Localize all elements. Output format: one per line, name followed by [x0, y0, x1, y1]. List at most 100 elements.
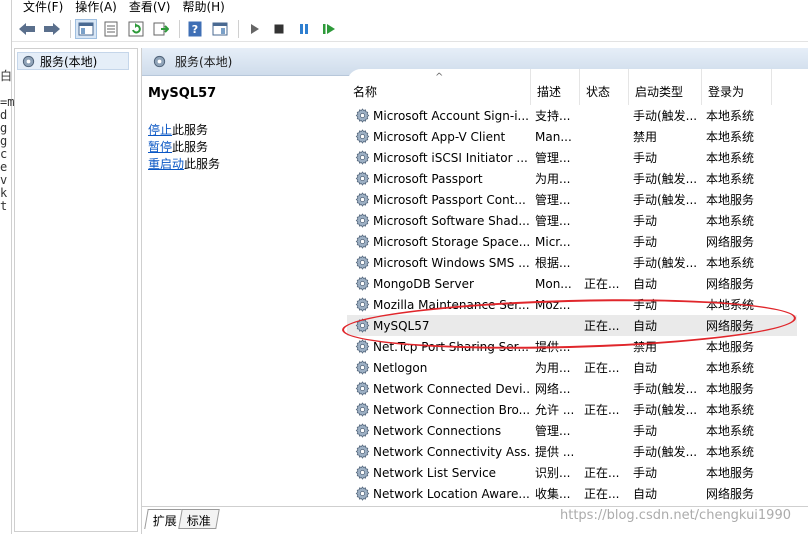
table-row[interactable]: Network Connectivity Ass... 提供 ... 手动(触发..…	[347, 441, 797, 462]
column-header-name[interactable]: ^ 名称	[347, 69, 531, 105]
service-description: Micr...	[535, 234, 571, 249]
table-row[interactable]: Microsoft Storage Space... Micr... 手动 网络服务	[347, 231, 797, 252]
table-row[interactable]: Mozilla Maintenance Ser... Moz... 手动 本地系统	[347, 294, 797, 315]
menu-help[interactable]: 帮助(H)	[177, 0, 229, 14]
service-description: 识别...	[535, 466, 571, 480]
export-icon	[153, 22, 169, 35]
service-description: Man...	[535, 129, 572, 144]
stop-service-button[interactable]	[268, 19, 290, 39]
service-log-on-as: 本地系统	[706, 151, 755, 165]
service-name: Microsoft iSCSI Initiator ...	[373, 150, 528, 165]
service-name-cell: Microsoft Storage Space...	[347, 234, 531, 249]
table-row[interactable]: Microsoft Passport 为用... 手动(触发... 本地系统	[347, 168, 797, 189]
menu-file[interactable]: 文件(F)	[18, 0, 68, 14]
back-button[interactable]	[16, 19, 38, 39]
show-console-tree-button[interactable]	[75, 18, 97, 39]
service-name-cell: Network Connections	[347, 423, 531, 438]
pause-service-link[interactable]: 暂停	[148, 140, 172, 154]
table-row[interactable]: Network Connected Devi... 网络... 手动(触发... 本地…	[347, 378, 797, 399]
forward-button[interactable]	[41, 19, 63, 39]
service-description: Mon...	[535, 276, 572, 291]
service-name: MongoDB Server	[373, 276, 474, 291]
table-row[interactable]: Network Connections 管理... 手动 本地系统	[347, 420, 797, 441]
table-row[interactable]: Microsoft Account Sign-i... 支持... 手动(触发...…	[347, 105, 797, 126]
service-description: 网络...	[535, 382, 571, 396]
tab-standard[interactable]: 标准	[178, 509, 220, 529]
service-status: 正在...	[584, 466, 620, 480]
restart-service-link[interactable]: 重启动	[148, 157, 184, 171]
pane-title: 服务(本地)	[175, 55, 233, 69]
services-pane: 服务(本地) MySQL57 停止此服务 暂停此服务 重启动此服务 ^ 名称 描…	[141, 48, 808, 534]
column-header-description[interactable]: 描述	[531, 69, 580, 105]
table-row[interactable]: Microsoft App-V Client Man... 禁用 本地系统	[347, 126, 797, 147]
table-row[interactable]: Network Connection Bro... 允许 ... 正在... 手动(触…	[347, 399, 797, 420]
toolbar-separator	[179, 19, 180, 38]
service-log-on-as: 本地系统	[706, 214, 755, 228]
column-header-startup-type[interactable]: 启动类型	[629, 69, 702, 105]
service-startup-type: 手动	[633, 424, 658, 438]
service-name-cell: Microsoft Windows SMS ...	[347, 255, 531, 270]
restart-service-button[interactable]	[318, 19, 340, 39]
service-log-on-as: 本地服务	[706, 382, 755, 396]
table-row[interactable]: MongoDB Server Mon... 正在... 自动 网络服务	[347, 273, 797, 294]
table-row[interactable]: MySQL57 正在... 自动 网络服务	[347, 315, 797, 336]
start-service-button[interactable]	[243, 19, 265, 39]
service-name: Net.Tcp Port Sharing Ser...	[373, 339, 529, 354]
service-description: 提供...	[535, 340, 571, 354]
service-log-on-as: 本地服务	[706, 193, 755, 207]
refresh-button[interactable]	[125, 19, 147, 39]
table-row[interactable]: Microsoft Software Shad... 管理... 手动 本地系统	[347, 210, 797, 231]
service-log-on-as: 本地系统	[706, 424, 755, 438]
table-row[interactable]: Net.Tcp Port Sharing Ser... 提供... 禁用 本地服务	[347, 336, 797, 357]
service-log-on-as: 本地系统	[706, 298, 755, 312]
service-startup-type: 手动(触发...	[633, 193, 698, 207]
service-name-cell: Mozilla Maintenance Ser...	[347, 297, 531, 312]
service-name: Microsoft Windows SMS ...	[373, 255, 530, 270]
show-action-pane-button[interactable]	[209, 19, 231, 39]
column-header-log-on-as[interactable]: 登录为	[702, 69, 772, 105]
service-status: 正在...	[584, 319, 620, 333]
service-name-cell: Network Connected Devi...	[347, 381, 531, 396]
service-log-on-as: 网络服务	[706, 235, 755, 249]
export-list-button[interactable]	[150, 19, 172, 39]
service-gear-icon	[355, 297, 370, 312]
service-startup-type: 禁用	[633, 340, 658, 354]
toolbar: ?	[12, 16, 808, 42]
service-log-on-as: 本地系统	[706, 172, 755, 186]
pause-service-line: 暂停此服务	[148, 140, 209, 154]
service-startup-type: 手动(触发...	[633, 109, 698, 123]
menu-bar: 文件(F) 操作(A) 查看(V) 帮助(H)	[12, 0, 808, 14]
table-row[interactable]: Netlogon 为用... 正在... 自动 本地系统	[347, 357, 797, 378]
service-name-cell: Network Location Aware...	[347, 486, 531, 501]
service-name-cell: Microsoft iSCSI Initiator ...	[347, 150, 531, 165]
table-row[interactable]: Microsoft Windows SMS ... 根据... 手动(触发... 本地…	[347, 252, 797, 273]
service-name: Microsoft Storage Space...	[373, 234, 531, 249]
toolbar-separator	[238, 19, 239, 38]
tree-item-services-local[interactable]: 服务(本地)	[17, 52, 129, 70]
service-gear-icon	[355, 423, 370, 438]
help-button[interactable]: ?	[184, 19, 206, 39]
table-row[interactable]: Network Location Aware... 收集... 正在... 自动 网络服…	[347, 483, 797, 504]
service-description: 允许 ...	[535, 403, 575, 417]
service-log-on-as: 本地系统	[706, 361, 755, 375]
service-name-cell: MongoDB Server	[347, 276, 531, 291]
service-gear-icon	[355, 402, 370, 417]
table-row[interactable]: Network List Service 识别... 正在... 手动 本地服务	[347, 462, 797, 483]
service-description: 为用...	[535, 172, 571, 186]
restart-service-line: 重启动此服务	[148, 157, 221, 171]
menu-view[interactable]: 查看(V)	[124, 0, 176, 14]
menu-action[interactable]: 操作(A)	[70, 0, 122, 14]
service-startup-type: 手动(触发...	[633, 256, 698, 270]
service-startup-type: 手动	[633, 298, 658, 312]
properties-button[interactable]	[100, 19, 122, 39]
stop-service-link[interactable]: 停止	[148, 123, 172, 137]
service-log-on-as: 本地系统	[706, 445, 755, 459]
service-startup-type: 手动(触发...	[633, 445, 698, 459]
console-tree: 服务(本地)	[14, 48, 138, 532]
column-header-status[interactable]: 状态	[580, 69, 629, 105]
table-row[interactable]: Microsoft Passport Cont... 管理... 手动(触发... 本…	[347, 189, 797, 210]
table-row[interactable]: Microsoft iSCSI Initiator ... 管理... 手动 本地系统	[347, 147, 797, 168]
service-startup-type: 手动	[633, 235, 658, 249]
action-pane-icon	[212, 22, 228, 35]
pause-service-button[interactable]	[293, 19, 315, 39]
